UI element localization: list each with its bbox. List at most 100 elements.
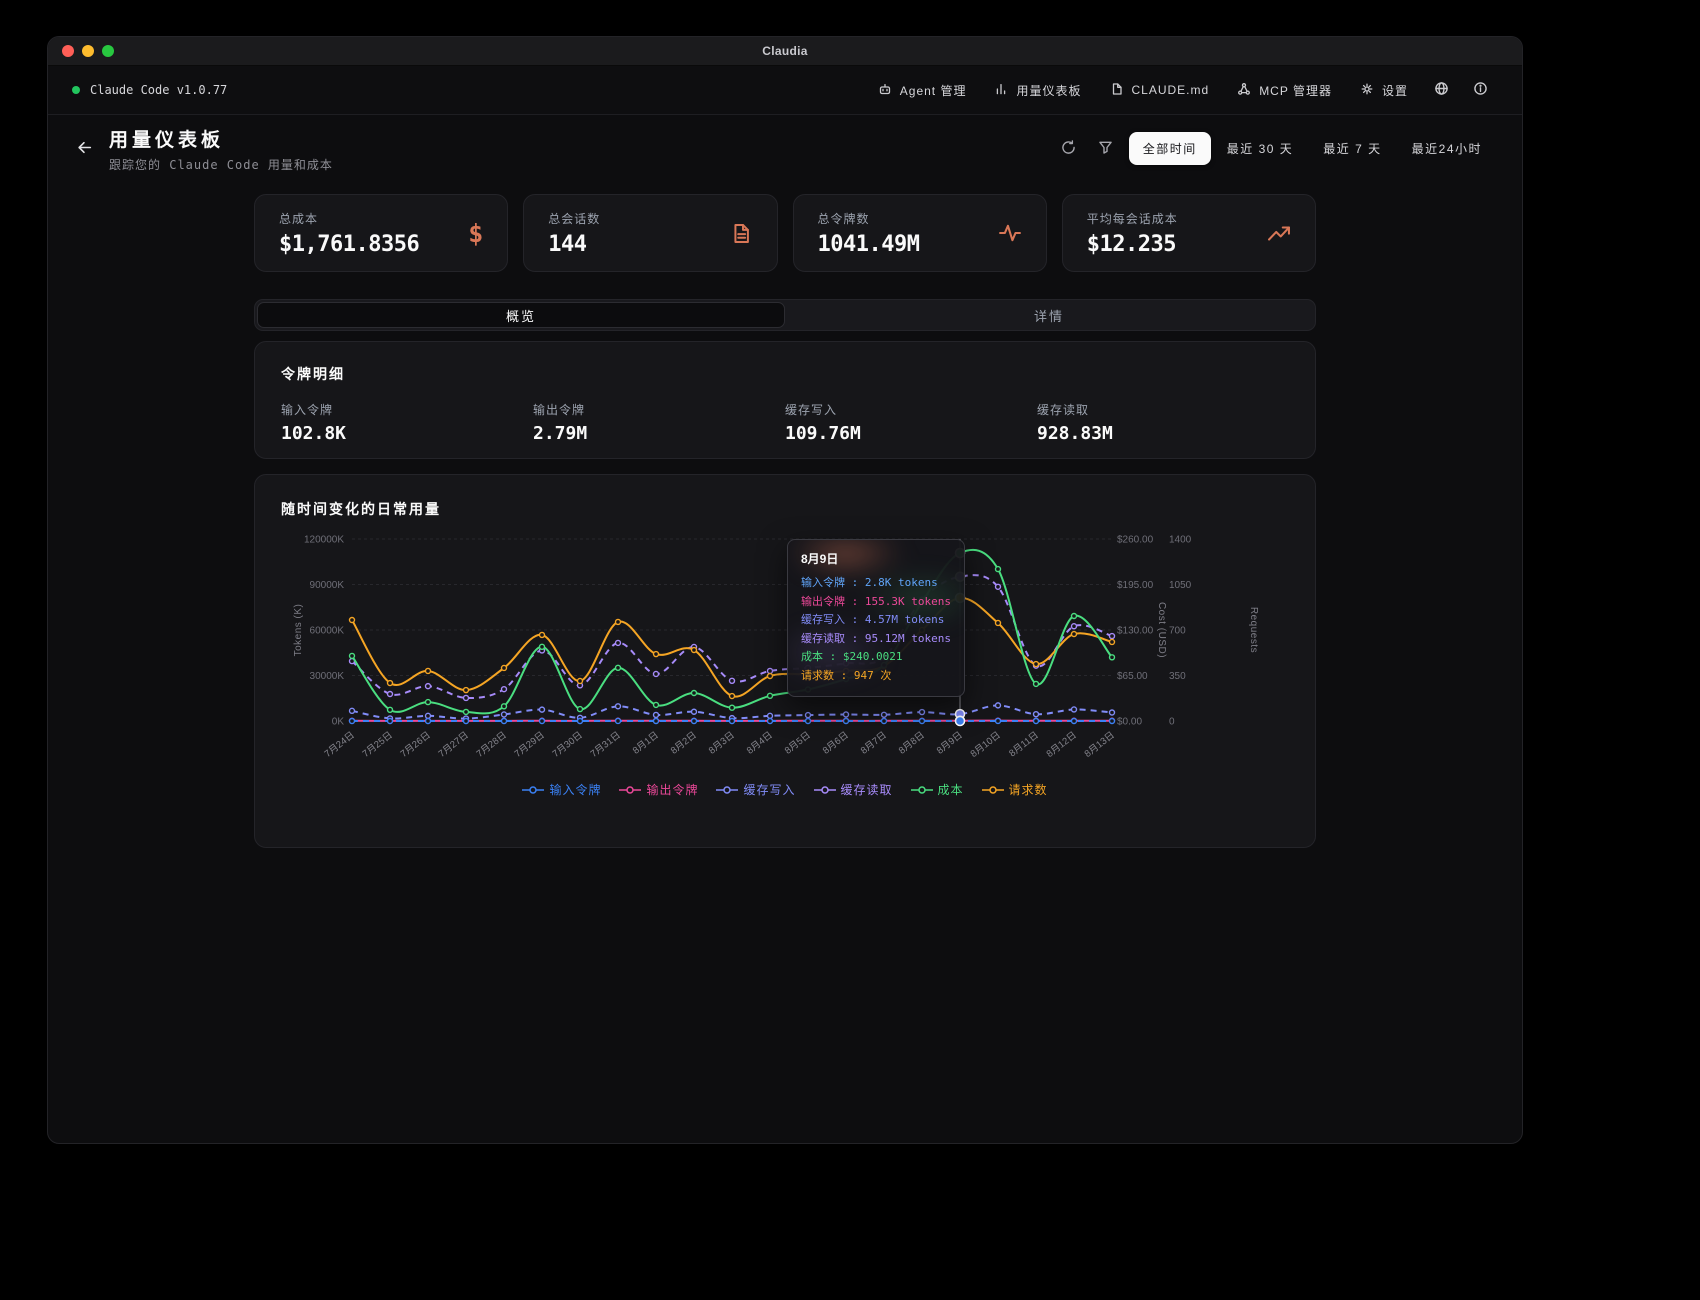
chart-title: 随时间变化的日常用量: [281, 499, 1315, 519]
tooltip-date: 8月9日: [801, 550, 951, 567]
view-tabs: 概览 详情: [254, 299, 1316, 331]
svg-text:8月11日: 8月11日: [1007, 730, 1041, 760]
svg-text:1400: 1400: [1169, 535, 1192, 546]
chart-area: 0K30000K60000K90000K120000K$0.00$65.00$1…: [255, 527, 1315, 777]
svg-text:Cost (USD): Cost (USD): [1156, 602, 1167, 658]
legend-item-cache-read[interactable]: 缓存读取: [814, 781, 893, 798]
nav-claude-md[interactable]: CLAUDE.md: [1098, 75, 1222, 106]
stat-value: 144: [548, 232, 600, 257]
svg-text:8月3日: 8月3日: [707, 730, 737, 757]
svg-text:0: 0: [1169, 717, 1175, 728]
svg-text:8月2日: 8月2日: [669, 730, 699, 757]
legend-line-icon: [814, 785, 836, 795]
time-filter-24-hours[interactable]: 最近24小时: [1398, 132, 1496, 165]
legend-item-requests[interactable]: 请求数: [982, 781, 1048, 798]
filter-funnel-icon: [1098, 140, 1113, 158]
tab-details[interactable]: 详情: [785, 302, 1313, 328]
stat-value: 1041.49M: [818, 232, 920, 257]
tab-overview[interactable]: 概览: [257, 302, 785, 328]
svg-text:Requests: Requests: [1248, 607, 1259, 653]
close-window-button[interactable]: [62, 45, 74, 57]
token-item-cache-write: 缓存写入 109.76M: [785, 401, 1037, 444]
info-button[interactable]: [1463, 74, 1498, 106]
window-controls: [62, 37, 114, 65]
token-item-output: 输出令牌 2.79M: [533, 401, 785, 444]
token-label: 输入令牌: [281, 401, 533, 418]
nav-label: 用量仪表板: [1016, 82, 1081, 99]
network-icon: [1237, 82, 1251, 99]
activity-icon: [998, 221, 1022, 245]
trend-up-icon: [1267, 221, 1291, 245]
nav-agent-manager[interactable]: Agent 管理: [866, 75, 979, 106]
page-header: 用量仪表板 跟踪您的 Claude Code 用量和成本 全部时间 最近 30 …: [48, 115, 1522, 182]
svg-text:30000K: 30000K: [310, 671, 345, 682]
token-value: 109.76M: [785, 423, 1037, 444]
time-filter-30-days[interactable]: 最近 30 天: [1213, 132, 1308, 165]
legend-item-output-tokens[interactable]: 输出令牌: [619, 781, 698, 798]
svg-text:8月12日: 8月12日: [1045, 730, 1079, 760]
svg-text:7月31日: 7月31日: [589, 730, 623, 760]
robot-icon: [878, 82, 892, 99]
arrow-left-icon: [76, 139, 93, 159]
svg-text:$0.00: $0.00: [1117, 717, 1142, 728]
legend-line-icon: [982, 785, 1004, 795]
svg-text:8月10日: 8月10日: [969, 730, 1003, 760]
info-icon: [1473, 81, 1488, 99]
chart-legend: 输入令牌 输出令牌 缓存写入 缓存读取 成本: [255, 781, 1315, 798]
stat-label: 总成本: [279, 210, 419, 227]
nav-label: Agent 管理: [900, 82, 967, 99]
svg-text:350: 350: [1169, 671, 1186, 682]
daily-usage-line-chart[interactable]: 0K30000K60000K90000K120000K$0.00$65.00$1…: [255, 527, 1317, 777]
svg-text:$65.00: $65.00: [1117, 671, 1148, 682]
stat-card-avg-cost: 平均每会话成本 $12.235: [1062, 194, 1316, 272]
svg-text:1050: 1050: [1169, 580, 1192, 591]
svg-text:8月1日: 8月1日: [631, 730, 661, 757]
stat-label: 平均每会话成本: [1087, 210, 1178, 227]
svg-text:Tokens (K): Tokens (K): [293, 604, 304, 657]
nav-settings[interactable]: 设置: [1348, 75, 1420, 106]
svg-text:8月4日: 8月4日: [745, 730, 775, 757]
main-content: 总成本 $1,761.8356 $ 总会话数 144 总令牌数 1041.49M: [254, 194, 1316, 848]
nav-mcp-manager[interactable]: MCP 管理器: [1225, 75, 1344, 106]
svg-text:$130.00: $130.00: [1117, 626, 1154, 637]
daily-usage-card: 随时间变化的日常用量 0K30000K60000K90000K120000K$0…: [254, 474, 1316, 848]
time-filter-7-days[interactable]: 最近 7 天: [1309, 132, 1395, 165]
svg-text:$260.00: $260.00: [1117, 535, 1154, 546]
svg-text:700: 700: [1169, 626, 1186, 637]
svg-text:90000K: 90000K: [310, 580, 345, 591]
back-button[interactable]: [76, 139, 93, 159]
gear-icon: [1360, 82, 1374, 99]
stat-value: $1,761.8356: [279, 232, 419, 257]
language-globe-button[interactable]: [1424, 74, 1459, 106]
nav-usage-dashboard[interactable]: 用量仪表板: [982, 75, 1093, 106]
legend-item-cost[interactable]: 成本: [911, 781, 964, 798]
svg-text:8月7日: 8月7日: [859, 730, 889, 757]
globe-icon: [1434, 81, 1449, 99]
legend-item-input-tokens[interactable]: 输入令牌: [522, 781, 601, 798]
nav-label: 设置: [1382, 82, 1408, 99]
svg-text:0K: 0K: [332, 717, 345, 728]
svg-text:7月30日: 7月30日: [551, 730, 585, 760]
page-title: 用量仪表板: [109, 125, 333, 152]
tooltip-row-output: 输出令牌 : 155.3K tokens: [801, 593, 951, 612]
time-filter-all-time[interactable]: 全部时间: [1129, 132, 1211, 165]
svg-text:7月27日: 7月27日: [437, 730, 471, 760]
svg-text:7月28日: 7月28日: [475, 730, 509, 760]
svg-text:$195.00: $195.00: [1117, 580, 1154, 591]
minimize-window-button[interactable]: [82, 45, 94, 57]
zoom-window-button[interactable]: [102, 45, 114, 57]
legend-item-cache-write[interactable]: 缓存写入: [716, 781, 795, 798]
dollar-icon: $: [468, 219, 483, 248]
filter-button[interactable]: [1088, 133, 1123, 165]
tooltip-row-requests: 请求数 : 947 次: [801, 667, 951, 686]
refresh-icon: [1061, 140, 1076, 158]
svg-text:8月8日: 8月8日: [897, 730, 927, 757]
stat-text: 总成本 $1,761.8356: [279, 210, 419, 257]
tooltip-row-input: 输入令牌 : 2.8K tokens: [801, 574, 951, 593]
refresh-button[interactable]: [1051, 133, 1086, 165]
document-icon: [730, 222, 753, 245]
time-filter-group: 全部时间 最近 30 天 最近 7 天 最近24小时: [1051, 132, 1496, 165]
stat-card-total-sessions: 总会话数 144: [523, 194, 777, 272]
file-icon: [1110, 82, 1124, 99]
stat-text: 总会话数 144: [548, 210, 600, 257]
